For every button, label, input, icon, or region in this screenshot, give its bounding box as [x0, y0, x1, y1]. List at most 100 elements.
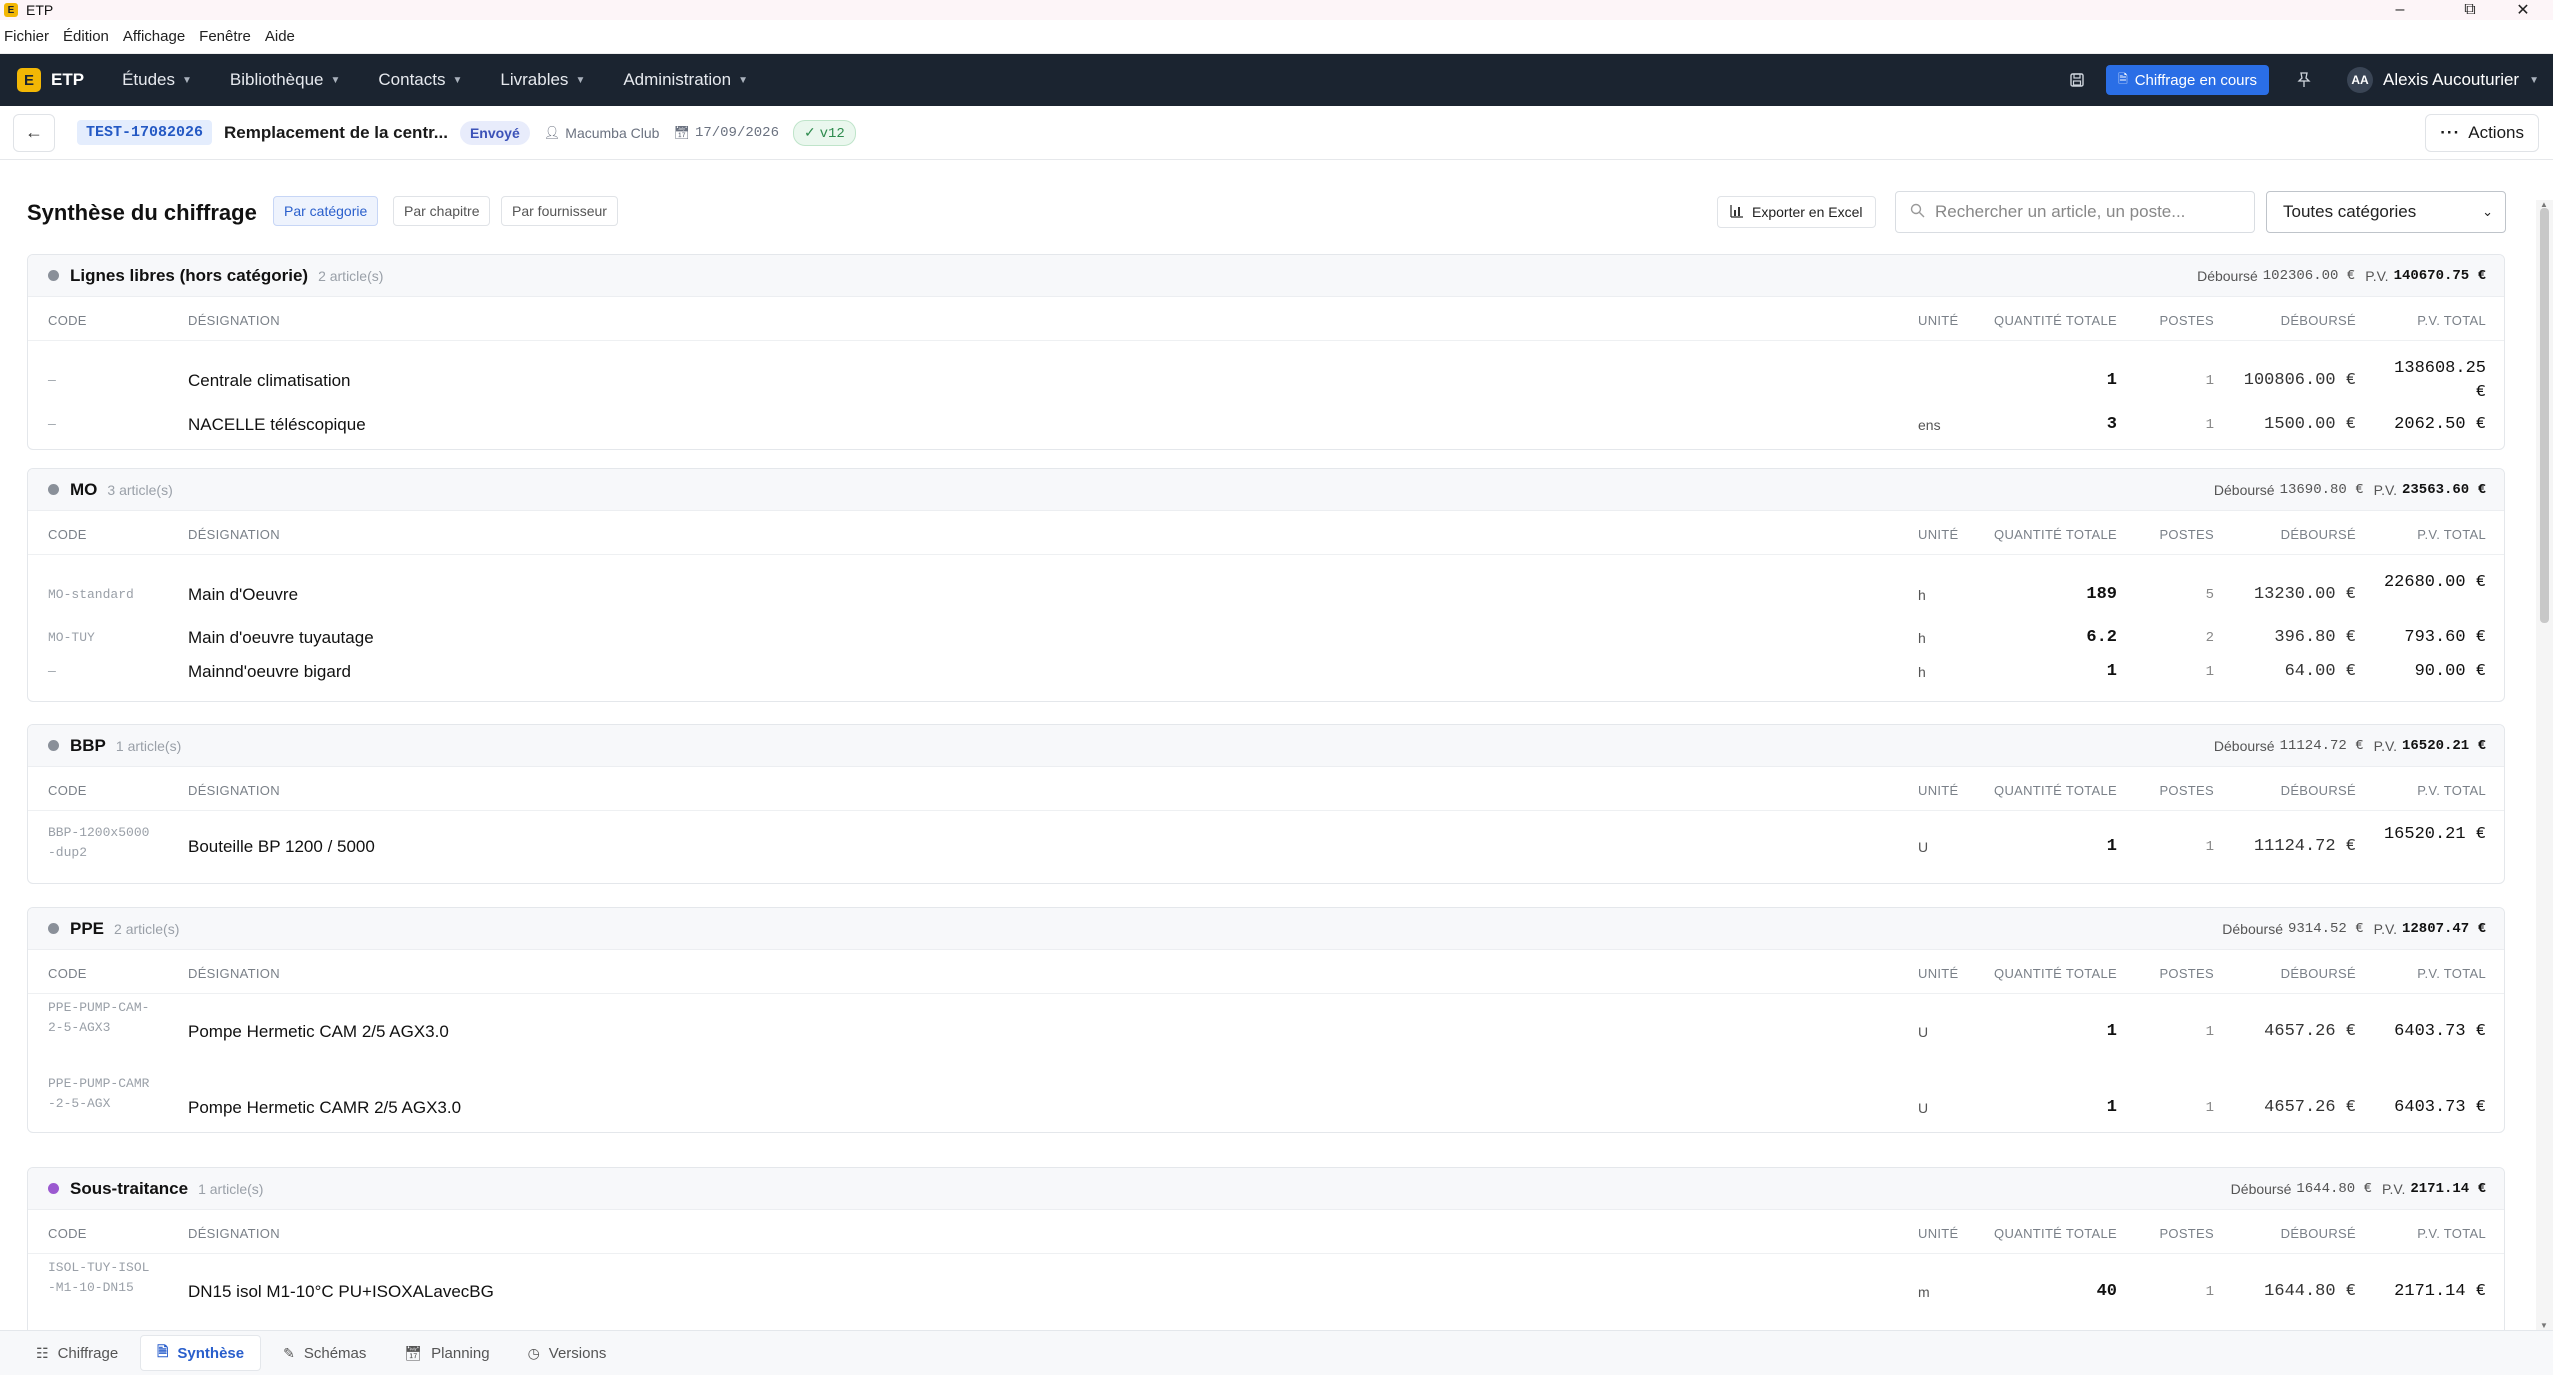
row-unit: h — [1918, 664, 1926, 680]
tab-planning[interactable]: 📅︎ Planning — [388, 1335, 505, 1371]
category-count: 3 article(s) — [107, 481, 173, 498]
category-card: BBP 1 article(s) Déboursé 11124.72 € P.V. 165… — [27, 724, 2505, 884]
table-row[interactable]: — Mainnd'oeuvre bigard h 1 1 64.00 € 90.00 € — [28, 655, 2504, 689]
back-button[interactable]: ← — [13, 113, 55, 152]
category-debourse: 11124.72 € — [2279, 738, 2364, 754]
actions-label: Actions — [2468, 123, 2524, 142]
row-pv: 2062.50 € — [2394, 415, 2486, 434]
minimize-icon[interactable]: – — [2370, 0, 2430, 20]
chevron-down-icon[interactable]: ▼ — [2529, 75, 2539, 86]
tab-versions[interactable]: ◷ Versions — [512, 1335, 623, 1371]
category-name: Sous-traitance — [70, 1178, 189, 1198]
row-designation: Pompe Hermetic CAMR 2/5 AGX3.0 — [188, 1098, 462, 1117]
table-row[interactable]: MO-TUY Main d'oeuvre tuyautage h 6.2 2 396.80… — [28, 621, 2504, 655]
table-row[interactable]: ISOL-TUY-ISOL-M1-10-DN15 DN15 isol M1-10°… — [28, 1254, 2504, 1330]
brand-name: ETP — [51, 70, 85, 89]
category-header[interactable]: Lignes libres (hors catégorie) 2 article(… — [28, 255, 2504, 297]
nav-livrables[interactable]: Livrables ▼ — [500, 70, 585, 90]
nav-administration[interactable]: Administration ▼ — [623, 70, 748, 90]
calendar-icon: 📅︎ — [404, 1344, 423, 1361]
menu-edition[interactable]: Édition — [63, 28, 109, 45]
chevron-down-icon: ⌄ — [2482, 204, 2493, 219]
row-qty: 6.2 — [2086, 628, 2117, 647]
tab-schemas[interactable]: ✎ Schémas — [267, 1335, 382, 1371]
nav-bibliotheque[interactable]: Bibliothèque ▼ — [230, 70, 340, 90]
menu-aide[interactable]: Aide — [265, 28, 295, 45]
user-icon: 👤︎ — [543, 124, 561, 140]
col-pv: P.V. TOTAL — [2417, 783, 2486, 798]
col-designation: DÉSIGNATION — [188, 313, 280, 328]
user-name[interactable]: Alexis Aucouturier — [2383, 70, 2519, 90]
category-select[interactable]: Toutes catégories ⌄ — [2266, 191, 2506, 233]
actions-button[interactable]: ··· Actions — [2425, 114, 2539, 152]
category-header[interactable]: PPE 2 article(s) Déboursé 9314.52 € P.V. 1280… — [28, 908, 2504, 950]
debourse-label: Déboursé — [2213, 482, 2275, 498]
scrollbar[interactable]: ▲ ▼ — [2536, 200, 2553, 1330]
search-placeholder: Rechercher un article, un poste... — [1935, 202, 2186, 221]
close-icon[interactable]: ✕ — [2493, 0, 2553, 20]
clock-icon: ◷ — [527, 1344, 540, 1361]
scrollbar-thumb[interactable] — [2540, 208, 2549, 623]
export-excel-button[interactable]: Exporter en Excel — [1717, 196, 1876, 228]
chiffrage-en-cours-button[interactable]: 🗎 Chiffrage en cours — [2106, 65, 2270, 95]
category-totals: Déboursé 9314.52 € P.V. 12807.47 € — [2222, 908, 2486, 950]
col-debourse: DÉBOURSÉ — [2280, 1226, 2356, 1241]
table-row[interactable]: — Centrale climatisation 1 1 100806.00 € 1386… — [28, 355, 2504, 407]
client-meta: 👤︎ Macumba Club — [544, 125, 660, 141]
row-debourse: 64.00 € — [2284, 662, 2356, 681]
row-debourse: 13230.00 € — [2253, 585, 2356, 604]
table-row[interactable]: — NACELLE téléscopique ens 3 1 1500.00 € 2062.… — [28, 407, 2504, 443]
restore-icon[interactable]: ⧉ — [2440, 0, 2500, 20]
menu-fenetre[interactable]: Fenêtre — [199, 28, 251, 45]
col-pv: P.V. TOTAL — [2417, 966, 2486, 981]
category-header[interactable]: MO 3 article(s) Déboursé 13690.80 € P.V. 2356… — [28, 469, 2504, 511]
table-row[interactable]: MO-standard Main d'Oeuvre h 189 5 13230.00 € 2… — [28, 569, 2504, 621]
table-row[interactable]: PPE-PUMP-CAM-2-5-AGX3 Pompe Hermetic CAM … — [28, 994, 2504, 1070]
row-unit: m — [1918, 1284, 1930, 1300]
window-title: ETP — [26, 2, 54, 18]
tab-chiffrage[interactable]: ☷ Chiffrage — [20, 1335, 134, 1371]
debourse-label: Déboursé — [2213, 738, 2275, 754]
col-unit: UNITÉ — [1918, 966, 1959, 981]
pv-label: P.V. — [2373, 921, 2397, 937]
category-header[interactable]: Sous-traitance 1 article(s) Déboursé 1644.8… — [28, 1168, 2504, 1210]
tab-synthese[interactable]: 🗎 Synthèse — [140, 1335, 262, 1371]
nav-etudes[interactable]: Études ▼ — [122, 70, 192, 90]
nav-contacts-label: Contacts — [378, 70, 446, 89]
row-postes: 1 — [2205, 1024, 2214, 1040]
tab-par-categorie[interactable]: Par catégorie — [273, 196, 379, 226]
search-input[interactable]: Rechercher un article, un poste... — [1895, 191, 2255, 233]
row-postes: 1 — [2205, 839, 2214, 855]
avatar[interactable]: AA — [2347, 67, 2374, 93]
row-pv: 6403.73 € — [2394, 1098, 2486, 1117]
scroll-down-icon[interactable]: ▼ — [2540, 1321, 2548, 1330]
category-count: 1 article(s) — [198, 1180, 264, 1197]
menu-affichage[interactable]: Affichage — [123, 28, 185, 45]
save-icon[interactable] — [2064, 67, 2090, 93]
tab-par-fournisseur[interactable]: Par fournisseur — [501, 196, 618, 226]
table-row[interactable]: PPE-PUMP-CAMR-2-5-AGX Pompe Hermetic CAMR… — [28, 1070, 2504, 1132]
search-icon — [1910, 203, 1925, 222]
tab-par-chapitre[interactable]: Par chapitre — [393, 196, 491, 226]
chevron-down-icon: ▼ — [330, 74, 341, 86]
brand[interactable]: E ETP — [17, 68, 84, 92]
pin-icon[interactable] — [2291, 67, 2317, 93]
col-code: CODE — [48, 313, 87, 328]
category-pv: 12807.47 € — [2401, 921, 2486, 937]
tab-synthese-label: Synthèse — [177, 1344, 245, 1362]
category-header[interactable]: BBP 1 article(s) Déboursé 11124.72 € P.V. 165… — [28, 725, 2504, 767]
row-code: — — [48, 417, 56, 432]
nav-contacts[interactable]: Contacts ▼ — [378, 70, 462, 90]
row-pv: 793.60 € — [2404, 628, 2486, 647]
menu-fichier[interactable]: Fichier — [4, 28, 49, 45]
col-qty: QUANTITÉ TOTALE — [1994, 1226, 2117, 1241]
pencil-icon: ✎ — [283, 1344, 295, 1361]
table-row[interactable]: BBP-1200x5000-dup2 Bouteille BP 1200 / 50… — [28, 819, 2504, 875]
row-qty: 1 — [2106, 1022, 2117, 1041]
row-designation: Centrale climatisation — [188, 371, 351, 390]
tab-planning-label: Planning — [431, 1344, 490, 1362]
client-name: Macumba Club — [565, 124, 660, 141]
page-title: Synthèse du chiffrage — [27, 200, 257, 225]
nav-administration-label: Administration — [623, 70, 732, 89]
row-designation: Pompe Hermetic CAM 2/5 AGX3.0 — [188, 1022, 449, 1041]
